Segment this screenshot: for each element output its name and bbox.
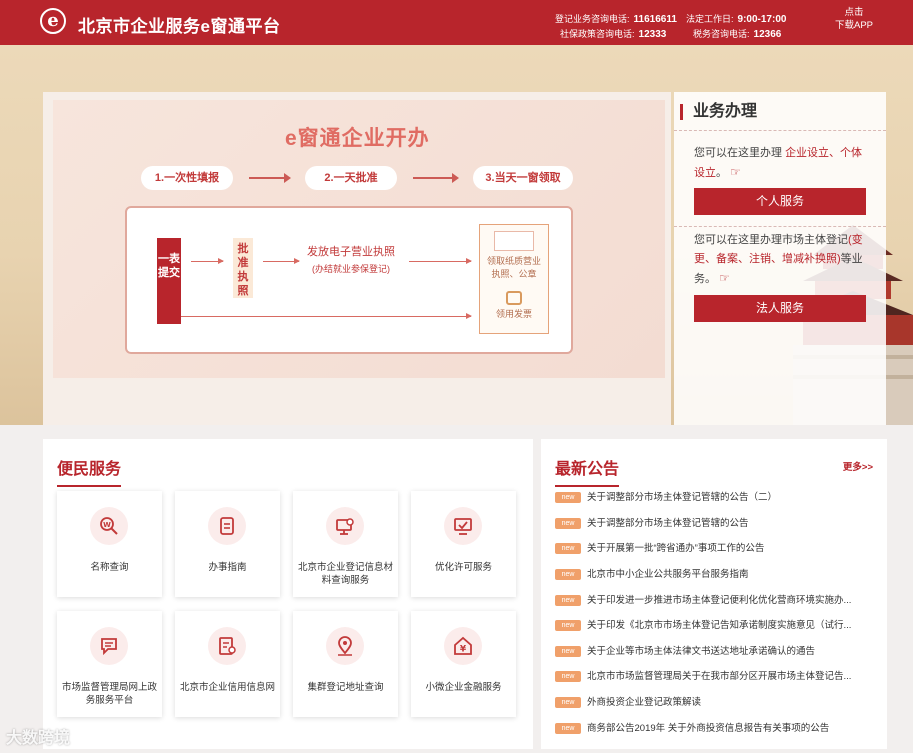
- license-document-icon: [494, 231, 534, 251]
- announcements-section-title: 最新公告: [555, 455, 620, 487]
- business-panel-title: 业务办理: [680, 104, 757, 120]
- new-badge: new: [555, 646, 581, 657]
- e-license-issue-text: 发放电子营业执照 (办结就业参保登记): [307, 246, 395, 274]
- more-announcements-link[interactable]: 更多>>: [843, 459, 873, 473]
- watermark-text: 大数跨境: [6, 730, 71, 747]
- legal-service-button[interactable]: 法人服务: [694, 295, 866, 322]
- hotline-social-security: 社保政策咨询电话: 12333: [560, 29, 667, 40]
- chat-bubble-icon: [90, 627, 128, 665]
- credit-document-icon: [208, 627, 246, 665]
- flow-arrow-icon: [191, 258, 224, 264]
- announcement-item[interactable]: new 北京市市场监督管理局关于在我市部分区开展市场主体登记告...: [555, 669, 875, 685]
- new-badge: new: [555, 671, 581, 682]
- new-badge: new: [555, 543, 581, 554]
- announcement-item[interactable]: new 外商投资企业登记政策解读: [555, 695, 875, 711]
- flow-arrow-icon: [181, 313, 472, 319]
- service-tile-label: 北京市企业信用信息网: [179, 682, 275, 693]
- yuan-house-icon: ¥: [444, 627, 482, 665]
- download-app-link[interactable]: 点击 下载APP: [832, 6, 876, 32]
- pointing-hand-icon: ☞: [719, 271, 730, 285]
- divider: [674, 130, 886, 131]
- personal-service-button[interactable]: 个人服务: [694, 188, 866, 215]
- new-badge: new: [555, 697, 581, 708]
- hero-banner-area: e窗通企业开办 1.一次性填报 2.一天批准 3.当天一窗领取 一表提交 批准执…: [0, 45, 913, 425]
- legal-service-description: 您可以在这里办理市场主体登记(变更、备案、注销、增减补换照)等业务。 ☞: [694, 234, 863, 285]
- announcement-item[interactable]: new 关于调整部分市场主体登记管辖的公告: [555, 516, 875, 532]
- divider: [674, 226, 886, 227]
- service-tile-label: 小微企业金融服务: [425, 682, 502, 693]
- service-tile-label: 办事指南: [208, 562, 247, 573]
- announcement-item[interactable]: new 关于印发进一步推进市场主体登记便利化优化营商环境实施办...: [555, 593, 875, 609]
- service-tile-license-optimize[interactable]: 优化许可服务: [411, 491, 516, 597]
- location-pin-icon: [326, 627, 364, 665]
- banner-step-fill: 1.一次性填报: [141, 166, 233, 190]
- service-tile-label: 名称查询: [90, 562, 129, 573]
- collect-paper-license-box: 领取纸质营业 执照、公章 领用发票: [479, 224, 549, 334]
- service-tile-credit-info[interactable]: 北京市企业信用信息网: [175, 611, 280, 717]
- step-arrow-icon: [413, 173, 459, 183]
- step-arrow-icon: [249, 173, 291, 183]
- flow-arrow-icon: [409, 258, 472, 264]
- announcement-item[interactable]: new 商务部公告2019年 关于外商投资信息报告有关事项的公告: [555, 721, 875, 737]
- announcement-item[interactable]: new 关于企业等市场主体法律文书送达地址承诺确认的通告: [555, 644, 875, 660]
- service-tile-gov-platform[interactable]: 市场监督管理局网上政务服务平台: [57, 611, 162, 717]
- personal-service-description: 您可以在这里办理 企业设立、个体设立。 ☞: [694, 147, 863, 179]
- app-link-line2: 下载APP: [834, 20, 873, 31]
- svg-text:¥: ¥: [460, 645, 467, 655]
- service-tile-label: 优化许可服务: [434, 562, 492, 573]
- service-tile-label: 集群登记地址查询: [307, 682, 384, 693]
- process-flow-inner: 一表提交 批准执照 发放电子营业执照 (办结就业参保登记) 领取纸质营业 执照、…: [135, 216, 563, 344]
- top-header-bar: e 北京市企业服务e窗通平台 登记业务咨询电话: 11616611 法定工作日: 9…: [0, 0, 913, 45]
- carousel-dots[interactable]: [347, 417, 377, 425]
- service-tile-label: 市场监督管理局网上政务服务平台: [61, 682, 157, 706]
- guide-book-icon: [208, 507, 246, 545]
- service-tile-guide[interactable]: 办事指南: [175, 491, 280, 597]
- banner-title: e窗通企业开办: [285, 127, 430, 150]
- e-window-logo[interactable]: e: [40, 8, 66, 34]
- new-badge: new: [555, 620, 581, 631]
- service-tile-name-search[interactable]: W 名称查询: [57, 491, 162, 597]
- name-search-icon: W: [90, 507, 128, 545]
- service-tile-sme-finance[interactable]: ¥ 小微企业金融服务: [411, 611, 516, 717]
- banner-carousel[interactable]: e窗通企业开办 1.一次性填报 2.一天批准 3.当天一窗领取 一表提交 批准执…: [43, 92, 671, 425]
- banner-step-collect: 3.当天一窗领取: [473, 166, 573, 190]
- convenience-services-card: 便民服务 W 名称查询 办事指南 北京市企业登记信息材料查询服务 优化许可服务 …: [43, 439, 533, 749]
- announcement-item[interactable]: new 关于印发《北京市市场主体登记告知承诺制度实施意见（试行...: [555, 618, 875, 634]
- svg-text:W: W: [103, 521, 111, 529]
- new-badge: new: [555, 492, 581, 503]
- services-section-title: 便民服务: [57, 455, 122, 487]
- new-badge: new: [555, 569, 581, 580]
- service-tile-cluster-address[interactable]: 集群登记地址查询: [293, 611, 398, 717]
- license-monitor-icon: [444, 507, 482, 545]
- new-badge: new: [555, 595, 581, 606]
- announcement-item[interactable]: new 关于调整部分市场主体登记管辖的公告（二）: [555, 490, 875, 506]
- hotline-tax: 税务咨询电话: 12366: [693, 29, 782, 40]
- pointing-hand-icon: ☞: [730, 165, 741, 179]
- announcement-item[interactable]: new 关于开展第一批“跨省通办”事项工作的公告: [555, 541, 875, 557]
- announcements-card: 最新公告 更多>> new 关于调整部分市场主体登记管辖的公告（二） new 关于调…: [541, 439, 887, 749]
- service-tile-label: 北京市企业登记信息材料查询服务: [297, 562, 393, 586]
- process-flow-box: 一表提交 批准执照 发放电子营业执照 (办结就业参保登记) 领取纸质营业 执照、…: [125, 206, 573, 354]
- form-submit-box: 一表提交: [157, 238, 181, 324]
- new-badge: new: [555, 518, 581, 529]
- service-tile-registration-query[interactable]: 北京市企业登记信息材料查询服务: [293, 491, 398, 597]
- announcement-item[interactable]: new 北京市中小企业公共服务平台服务指南: [555, 567, 875, 583]
- business-panel: 业务办理 您可以在这里办理 企业设立、个体设立。 ☞ 个人服务 您可以在这里办理…: [674, 92, 886, 425]
- registration-query-icon: [326, 507, 364, 545]
- flow-arrow-icon: [263, 258, 300, 264]
- site-title[interactable]: 北京市企业服务e窗通平台: [78, 12, 280, 37]
- new-badge: new: [555, 723, 581, 734]
- invoice-icon: [506, 291, 522, 305]
- approve-license-box: 批准执照: [233, 238, 253, 298]
- banner-step-approve: 2.一天批准: [305, 166, 397, 190]
- banner-slide[interactable]: e窗通企业开办 1.一次性填报 2.一天批准 3.当天一窗领取 一表提交 批准执…: [53, 100, 665, 378]
- hotline-registration: 登记业务咨询电话: 11616611: [555, 14, 677, 25]
- hotline-working-hours: 法定工作日: 9:00-17:00: [686, 14, 787, 25]
- app-link-line1: 点击: [844, 7, 864, 18]
